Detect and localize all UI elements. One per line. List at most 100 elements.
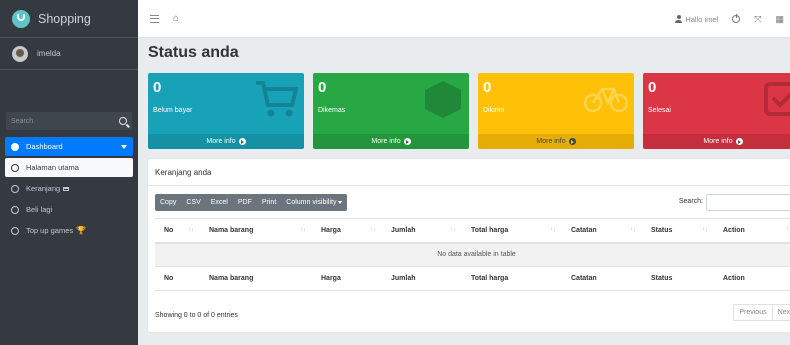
- grid-icon[interactable]: ▦: [775, 14, 784, 25]
- sidebar-item-label: Beli lagi: [26, 205, 53, 214]
- footer-col-status: Status: [642, 266, 714, 291]
- empty-table-message: No data available in table: [155, 242, 790, 267]
- check-square-icon: [764, 82, 790, 116]
- table-search-label: Search:: [678, 198, 703, 205]
- status-label: Dikemas: [318, 107, 346, 114]
- sort-icon: ↑↓: [300, 227, 306, 233]
- circle-icon: [11, 163, 19, 172]
- card-title: Keranjang anda: [148, 159, 790, 186]
- column-header-label: Status: [651, 226, 673, 234]
- status-box-selesai: 0 Selesai More info: [643, 73, 790, 149]
- app: Shopping imelda Search Dashboard Halaman…: [0, 0, 790, 345]
- table-search-input[interactable]: [706, 194, 790, 211]
- sidebar-item-beli-lagi[interactable]: Beli lagi: [5, 200, 133, 219]
- sidebar-item-label: Dashboard: [26, 142, 63, 151]
- table-header-row: No ↑↓ Nama barang ↑↓ Harga ↑↓ Jumlah ↑↓ Tota…: [155, 218, 790, 244]
- cart-icon: [256, 81, 298, 117]
- status-count: 0: [153, 79, 162, 96]
- greeting-text: Hallo imel: [685, 14, 719, 24]
- excel-button[interactable]: Excel: [206, 194, 233, 211]
- user-icon: [675, 15, 683, 23]
- circle-icon: [11, 184, 19, 193]
- column-header-nama-barang[interactable]: Nama barang ↑↓: [200, 218, 312, 244]
- table-row: No data available in table: [155, 242, 790, 267]
- footer-col-no: No: [155, 266, 200, 291]
- previous-page-button[interactable]: Previous: [734, 305, 771, 320]
- sidebar-item-dashboard[interactable]: Dashboard: [5, 137, 133, 156]
- column-visibility-label: Column visibility: [286, 199, 337, 206]
- status-box-belum-bayar: 0 Belum bayar More info: [148, 73, 304, 149]
- pagination: Previous Next: [733, 304, 790, 321]
- status-label: Selesai: [648, 107, 671, 114]
- column-header-status[interactable]: Status ↑↓: [642, 218, 714, 244]
- next-page-button[interactable]: Next: [771, 305, 790, 320]
- arrow-circle-right-icon: [568, 138, 576, 145]
- power-icon[interactable]: [732, 14, 741, 23]
- brand-title: Shopping: [38, 11, 91, 26]
- circle-icon: [11, 205, 19, 214]
- column-header-label: Total harga: [471, 226, 509, 234]
- sidebar-item-top-up-games[interactable]: Top up games 🏆: [5, 221, 133, 240]
- column-header-label: Harga: [321, 226, 341, 234]
- sort-icon: ↑↓: [786, 227, 790, 233]
- user-panel[interactable]: imelda: [0, 38, 138, 70]
- sort-icon: ↑↓: [188, 227, 194, 233]
- copy-button[interactable]: Copy: [155, 194, 181, 211]
- more-info-link[interactable]: More info: [643, 134, 790, 149]
- top-navbar: ⌂ Hallo imel ⤧ ▦: [138, 0, 790, 38]
- pdf-button[interactable]: PDF: [233, 194, 257, 211]
- table-export-buttons: Copy CSV Excel PDF Print Column visibili…: [155, 194, 348, 211]
- main-content: Status anda 0 Belum bayar More info 0 Di…: [138, 38, 790, 345]
- navbar-right: Hallo imel ⤧ ▦: [675, 0, 784, 38]
- shopping-bag-icon: [12, 9, 30, 28]
- cart-card: Keranjang anda Copy CSV Excel PDF Print …: [148, 159, 790, 332]
- more-info-link[interactable]: More info: [478, 134, 634, 149]
- column-header-catatan[interactable]: Catatan ↑↓: [562, 218, 642, 244]
- sidebar-item-keranjang[interactable]: Keranjang: [5, 179, 133, 198]
- page-title: Status anda: [148, 44, 239, 61]
- more-info-label: More info: [371, 138, 401, 145]
- more-info-label: More info: [703, 138, 733, 145]
- sidebar-search-input[interactable]: Search: [11, 118, 33, 125]
- menu-toggle-icon[interactable]: [150, 14, 159, 23]
- search-icon[interactable]: [119, 117, 127, 125]
- sort-icon: ↑↓: [550, 227, 556, 233]
- sidebar-item-halaman-utama[interactable]: Halaman utama: [5, 158, 133, 177]
- column-header-label: Nama barang: [209, 226, 254, 234]
- column-header-total-harga[interactable]: Total harga ↑↓: [462, 218, 562, 244]
- circle-icon: [11, 226, 19, 235]
- more-info-label: More info: [536, 138, 566, 145]
- column-header-no[interactable]: No ↑↓: [155, 218, 200, 244]
- csv-button[interactable]: CSV: [181, 194, 205, 211]
- column-header-harga[interactable]: Harga ↑↓: [312, 218, 382, 244]
- bicycle-icon: [584, 87, 628, 113]
- fullscreen-icon[interactable]: ⤧: [754, 14, 761, 25]
- sidebar-nav: Dashboard Halaman utama Keranjang Beli l…: [0, 137, 138, 240]
- more-info-link[interactable]: More info: [313, 134, 469, 149]
- arrow-circle-right-icon: [403, 138, 411, 145]
- table-footer-row: No Nama barang Harga Jumlah Total harga …: [155, 266, 790, 291]
- status-count: 0: [483, 79, 492, 96]
- footer-col-total-harga: Total harga: [462, 266, 562, 291]
- brand[interactable]: Shopping: [0, 0, 138, 38]
- footer-col-action: Action: [714, 266, 790, 291]
- column-header-action[interactable]: Action ↑↓: [714, 218, 790, 244]
- more-info-link[interactable]: More info: [148, 134, 304, 149]
- user-menu[interactable]: Hallo imel: [675, 15, 718, 24]
- status-label: Dikirim: [483, 107, 505, 114]
- cart-table: No ↑↓ Nama barang ↑↓ Harga ↑↓ Jumlah ↑↓ Tota…: [155, 218, 790, 291]
- print-button[interactable]: Print: [257, 194, 281, 211]
- trophy-icon: 🏆: [76, 226, 87, 235]
- sidebar-item-label: Halaman utama: [26, 163, 79, 172]
- footer-col-nama-barang: Nama barang: [200, 266, 312, 291]
- column-header-label: Action: [723, 226, 745, 234]
- column-visibility-button[interactable]: Column visibility: [281, 194, 347, 211]
- caret-down-icon: [338, 201, 343, 204]
- sidebar-item-label: Keranjang: [26, 184, 61, 193]
- cart-icon: [63, 186, 70, 191]
- home-icon[interactable]: ⌂: [173, 13, 179, 24]
- column-header-label: Jumlah: [391, 226, 416, 234]
- sidebar-search[interactable]: Search: [6, 112, 132, 130]
- column-header-jumlah[interactable]: Jumlah ↑↓: [382, 218, 462, 244]
- sort-icon: ↑↓: [370, 227, 376, 233]
